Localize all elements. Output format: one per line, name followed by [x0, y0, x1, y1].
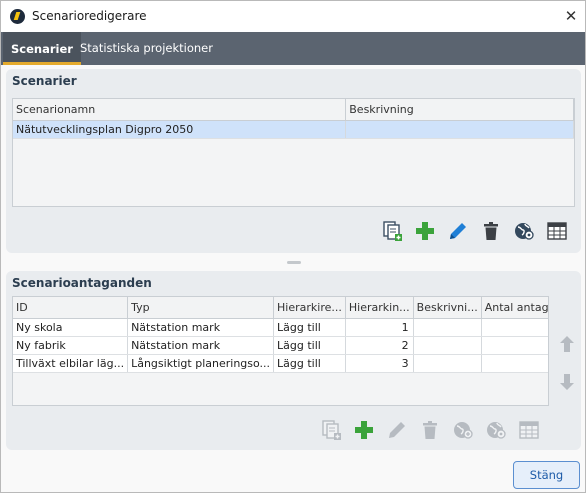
table-row[interactable]: Nätutvecklingsplan Digpro 2050 — [13, 120, 574, 139]
table-row[interactable]: Ny skola Nätstation mark Lägg till 1 1 — [13, 318, 548, 337]
scenarios-panel-title: Scenarier — [12, 74, 77, 88]
type-cell[interactable]: Nätstation mark — [127, 336, 275, 355]
hierarchy-action-cell[interactable]: Lägg till — [273, 318, 346, 337]
hierarchy-action-cell[interactable]: Lägg till — [273, 336, 346, 355]
description-cell[interactable] — [413, 354, 482, 373]
description-cell[interactable] — [413, 318, 482, 337]
count-cell[interactable]: 1 — [481, 336, 548, 355]
plus-icon[interactable] — [347, 416, 380, 444]
id-cell[interactable]: Ny skola — [13, 318, 129, 337]
count-cell[interactable]: 1 — [481, 354, 548, 373]
hierarchy-level-cell[interactable]: 3 — [345, 354, 414, 373]
column-header[interactable]: Typ — [127, 297, 275, 319]
assumptions-panel: Scenarioantaganden ID Typ Hierarkire... … — [6, 271, 581, 450]
assumptions-toolbar — [314, 416, 545, 444]
globe-settings-icon[interactable] — [479, 416, 512, 444]
close-window-icon[interactable]: ✕ — [562, 7, 580, 25]
count-cell[interactable]: 1 — [481, 318, 548, 337]
type-cell[interactable]: Långsiktigt planeringso... — [127, 354, 275, 373]
column-header[interactable]: Antal antagan... — [481, 297, 548, 319]
trash-icon[interactable] — [474, 217, 507, 245]
table-header-row: Scenarionamn Beskrivning — [13, 99, 574, 121]
column-header[interactable]: Beskrivning — [345, 99, 574, 121]
title-bar: Scenarioredigerare ✕ — [1, 1, 585, 32]
column-header[interactable]: Scenarionamn — [13, 99, 347, 121]
globe-add-icon[interactable] — [446, 416, 479, 444]
assumptions-panel-title: Scenarioantaganden — [12, 276, 152, 290]
hierarchy-action-cell[interactable]: Lägg till — [273, 354, 346, 373]
id-cell[interactable]: Ny fabrik — [13, 336, 129, 355]
scenarios-toolbar — [375, 217, 573, 245]
pencil-icon[interactable] — [380, 416, 413, 444]
scenarios-table: Scenarionamn Beskrivning Nätutvecklingsp… — [12, 98, 575, 207]
plus-icon[interactable] — [408, 217, 441, 245]
scenario-description-cell[interactable] — [345, 120, 574, 139]
column-header[interactable]: ID — [13, 297, 129, 319]
hierarchy-level-cell[interactable]: 2 — [345, 336, 414, 355]
globe-settings-icon[interactable] — [507, 217, 540, 245]
scenario-editor-window: Scenarioredigerare ✕ Scenarier Statistis… — [0, 0, 586, 493]
type-cell[interactable]: Nätstation mark — [127, 318, 275, 337]
splitter-grip[interactable] — [287, 261, 301, 264]
copy-add-icon[interactable] — [375, 217, 408, 245]
arrow-down-icon[interactable] — [556, 369, 578, 395]
table-row[interactable]: Ny fabrik Nätstation mark Lägg till 2 1 — [13, 336, 548, 355]
table-grid-icon[interactable] — [540, 217, 573, 245]
column-header[interactable]: Hierarkin... — [345, 297, 414, 319]
pencil-icon[interactable] — [441, 217, 474, 245]
trash-icon[interactable] — [413, 416, 446, 444]
hierarchy-level-cell[interactable]: 1 — [345, 318, 414, 337]
table-header-row: ID Typ Hierarkire... Hierarkin... Beskri… — [13, 297, 548, 319]
copy-add-icon[interactable] — [314, 416, 347, 444]
scenarios-panel: Scenarier Scenarionamn Beskrivning Nätut… — [6, 69, 581, 253]
tab-strip: Scenarier Statistiska projektioner — [1, 32, 585, 65]
app-logo-icon — [10, 9, 25, 24]
column-header[interactable]: Beskrivni... — [413, 297, 482, 319]
id-cell[interactable]: Tillväxt elbilar läg... — [13, 354, 129, 373]
reorder-buttons — [556, 331, 578, 407]
tab-statistiska-projektioner[interactable]: Statistiska projektioner — [72, 32, 221, 65]
close-button[interactable]: Stäng — [513, 461, 580, 489]
scenario-name-cell[interactable]: Nätutvecklingsplan Digpro 2050 — [13, 120, 347, 139]
description-cell[interactable] — [413, 336, 482, 355]
window-title: Scenarioredigerare — [32, 9, 147, 23]
table-grid-icon[interactable] — [512, 416, 545, 444]
tab-scenarier[interactable]: Scenarier — [3, 32, 81, 65]
panel-splitter[interactable] — [1, 257, 585, 267]
arrow-up-icon[interactable] — [556, 331, 578, 357]
column-header[interactable]: Hierarkire... — [273, 297, 346, 319]
table-row[interactable]: Tillväxt elbilar läg... Långsiktigt plan… — [13, 354, 548, 373]
assumptions-table: ID Typ Hierarkire... Hierarkin... Beskri… — [12, 296, 549, 406]
